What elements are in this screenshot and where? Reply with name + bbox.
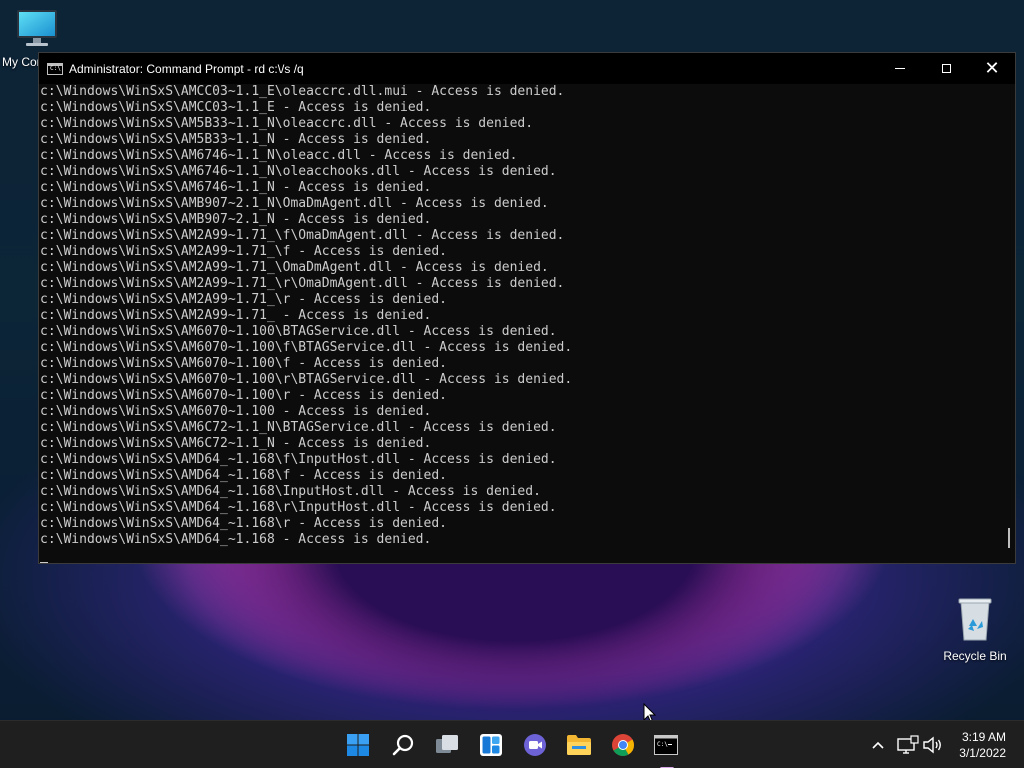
window-titlebar[interactable]: C:\ Administrator: Command Prompt - rd c… xyxy=(39,53,1015,84)
windows-start-icon xyxy=(347,734,369,756)
chevron-up-icon[interactable] xyxy=(868,735,888,755)
console-line: c:\Windows\WinSxS\AM2A99~1.71_\f\OmaDmAg… xyxy=(40,228,565,243)
scrollbar-thumb[interactable] xyxy=(1008,528,1010,548)
console-line: c:\Windows\WinSxS\AMCC03~1.1_E\oleaccrc.… xyxy=(40,84,565,99)
console-line: c:\Windows\WinSxS\AMD64_~1.168\r\InputHo… xyxy=(40,500,557,515)
system-tray xyxy=(868,721,944,768)
chat-button[interactable] xyxy=(519,729,551,761)
network-icon[interactable] xyxy=(895,735,919,755)
teams-chat-icon xyxy=(524,734,546,756)
volume-icon[interactable] xyxy=(922,735,944,755)
svg-text:C:\: C:\ xyxy=(657,741,668,748)
maximize-button[interactable] xyxy=(923,53,969,84)
widgets-icon xyxy=(480,734,502,756)
clock-date: 3/1/2022 xyxy=(959,746,1006,760)
console-line: c:\Windows\WinSxS\AM6070~1.100\r - Acces… xyxy=(40,388,447,403)
cmd-app-icon: C:\ xyxy=(47,62,63,75)
search-icon xyxy=(392,734,414,756)
console-line: c:\Windows\WinSxS\AM6070~1.100\f - Acces… xyxy=(40,356,447,371)
console-line: c:\Windows\WinSxS\AM6746~1.1_N\oleacc.dl… xyxy=(40,148,518,163)
vertical-scrollbar[interactable] xyxy=(1003,84,1015,563)
console-line: c:\Windows\WinSxS\AMD64_~1.168 - Access … xyxy=(40,532,432,547)
console-line: c:\Windows\WinSxS\AM5B33~1.1_N\oleaccrc.… xyxy=(40,116,534,131)
console-output[interactable]: c:\Windows\WinSxS\AMCC03~1.1_E\oleaccrc.… xyxy=(39,84,1006,563)
search-button[interactable] xyxy=(387,729,419,761)
minimize-icon xyxy=(895,68,905,69)
text-cursor xyxy=(40,562,48,563)
widgets-button[interactable] xyxy=(475,729,507,761)
task-view-icon xyxy=(436,735,458,753)
maximize-icon xyxy=(941,64,951,73)
console-line: c:\Windows\WinSxS\AM6070~1.100\f\BTAGSer… xyxy=(40,340,573,355)
console-line: c:\Windows\WinSxS\AM5B33~1.1_N - Access … xyxy=(40,132,432,147)
command-prompt-taskbar-button[interactable]: C:\ xyxy=(650,729,682,768)
task-view-button[interactable] xyxy=(431,729,463,761)
computer-icon xyxy=(17,10,57,46)
close-icon: ✕ xyxy=(984,57,1000,79)
taskbar: C:\ 3:19 AM 3/1/2022 xyxy=(0,720,1024,768)
console-line: c:\Windows\WinSxS\AM6C72~1.1_N\BTAGServi… xyxy=(40,420,557,435)
chrome-icon xyxy=(612,734,634,756)
console-line: c:\Windows\WinSxS\AMCC03~1.1_E - Access … xyxy=(40,100,432,115)
console-line: c:\Windows\WinSxS\AMD64_~1.168\InputHost… xyxy=(40,484,541,499)
console-line: c:\Windows\WinSxS\AM2A99~1.71_\f - Acces… xyxy=(40,244,447,259)
chrome-button[interactable] xyxy=(607,729,639,761)
folder-icon xyxy=(567,735,591,755)
console-line: c:\Windows\WinSxS\AM6070~1.100\r\BTAGSer… xyxy=(40,372,573,387)
console-line: c:\Windows\WinSxS\AM6746~1.1_N - Access … xyxy=(40,180,432,195)
console-cursor-line xyxy=(40,548,1006,563)
console-line: c:\Windows\WinSxS\AMB907~2.1_N\OmaDmAgen… xyxy=(40,196,549,211)
desktop-icon-recycle-bin[interactable]: Recycle Bin xyxy=(940,596,1010,663)
console-line: c:\Windows\WinSxS\AM2A99~1.71_\r\OmaDmAg… xyxy=(40,276,565,291)
close-button[interactable]: ✕ xyxy=(969,53,1015,84)
console-line: c:\Windows\WinSxS\AMD64_~1.168\f - Acces… xyxy=(40,468,447,483)
start-button[interactable] xyxy=(342,729,374,761)
minimize-button[interactable] xyxy=(877,53,923,84)
console-line: c:\Windows\WinSxS\AMD64_~1.168\f\InputHo… xyxy=(40,452,557,467)
window-title: Administrator: Command Prompt - rd c:\/s… xyxy=(69,61,304,76)
recycle-bin-icon xyxy=(958,598,992,641)
desktop: My Computer Recycle Bin C:\ Administrato… xyxy=(0,0,1024,768)
command-prompt-window[interactable]: C:\ Administrator: Command Prompt - rd c… xyxy=(38,52,1016,564)
console-line: c:\Windows\WinSxS\AMD64_~1.168\r - Acces… xyxy=(40,516,447,531)
clock-time: 3:19 AM xyxy=(961,730,1006,744)
console-line: c:\Windows\WinSxS\AM2A99~1.71_\OmaDmAgen… xyxy=(40,260,549,275)
file-explorer-button[interactable] xyxy=(563,729,595,761)
console-line: c:\Windows\WinSxS\AM6070~1.100\BTAGServi… xyxy=(40,324,557,339)
console-line: c:\Windows\WinSxS\AM6746~1.1_N\oleacchoo… xyxy=(40,164,557,179)
console-line: c:\Windows\WinSxS\AMB907~2.1_N - Access … xyxy=(40,212,432,227)
console-line: c:\Windows\WinSxS\AM2A99~1.71_ - Access … xyxy=(40,308,432,323)
terminal-icon: C:\ xyxy=(654,735,678,755)
taskbar-clock[interactable]: 3:19 AM 3/1/2022 xyxy=(946,729,1006,761)
console-line: c:\Windows\WinSxS\AM6070~1.100 - Access … xyxy=(40,404,432,419)
desktop-icon-label: Recycle Bin xyxy=(943,649,1007,663)
console-line: c:\Windows\WinSxS\AM2A99~1.71_\r - Acces… xyxy=(40,292,447,307)
console-line: c:\Windows\WinSxS\AM6C72~1.1_N - Access … xyxy=(40,436,432,451)
